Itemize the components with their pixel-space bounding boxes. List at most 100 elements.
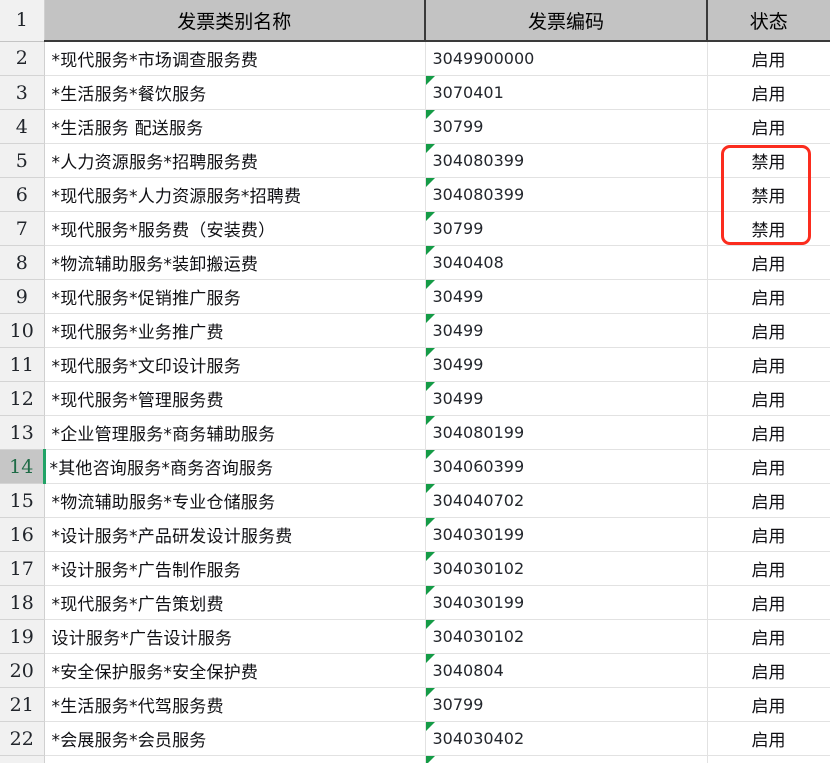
row-number-17[interactable]: 17 <box>0 551 45 586</box>
cell-status[interactable]: 禁用 <box>707 177 830 212</box>
table-row[interactable]: 22 *会展服务*会员服务 304030402 启用 <box>0 721 830 756</box>
cell-invoice-code[interactable]: 30799 <box>425 109 708 144</box>
cell-category-name[interactable]: *现代服务*广告策划费 <box>44 585 426 620</box>
table-row[interactable]: 3 *生活服务*餐饮服务 3070401 启用 <box>0 75 830 110</box>
cell-category-name[interactable]: *现代服务*市场调查服务费 <box>44 41 426 76</box>
table-row[interactable]: 16 *设计服务*产品研发设计服务费 304030199 启用 <box>0 517 830 552</box>
table-row[interactable]: 5 *人力资源服务*招聘服务费 304080399 禁用 <box>0 143 830 178</box>
cell-invoice-code[interactable]: 3040408 <box>425 245 708 280</box>
table-row[interactable]: 18 *现代服务*广告策划费 304030199 启用 <box>0 585 830 620</box>
cell-invoice-code[interactable]: 3049900000 <box>425 41 708 76</box>
cell-status[interactable]: 启用 <box>707 415 830 450</box>
table-row[interactable]: 4 *生活服务 配送服务 30799 启用 <box>0 109 830 144</box>
cell-category-name[interactable]: *物流辅助服务*专业仓储服务 <box>44 483 426 518</box>
cell-category-name[interactable]: *现代服务*服务费（安装费） <box>44 211 426 246</box>
cell-category-name[interactable]: *企业管理服务*商务辅助服务 <box>44 415 426 450</box>
cell-status[interactable] <box>707 755 830 763</box>
cell-status[interactable]: 禁用 <box>707 143 830 178</box>
table-row[interactable]: 9 *现代服务*促销推广服务 30499 启用 <box>0 279 830 314</box>
cell-invoice-code[interactable]: 3040804 <box>425 653 708 688</box>
table-row[interactable]: 7 *现代服务*服务费（安装费） 30799 禁用 <box>0 211 830 246</box>
table-row[interactable]: 10 *现代服务*业务推广费 30499 启用 <box>0 313 830 348</box>
cell-status[interactable]: 启用 <box>707 551 830 586</box>
table-row[interactable]: 2 *现代服务*市场调查服务费 3049900000 启用 <box>0 41 830 76</box>
cell-invoice-code[interactable]: 304030199 <box>425 585 708 620</box>
row-number-11[interactable]: 11 <box>0 347 45 382</box>
cell-category-name[interactable]: *设计服务*广告制作服务 <box>44 551 426 586</box>
cell-category-name[interactable]: *安全保护服务*安全保护费 <box>44 653 426 688</box>
cell-status[interactable]: 启用 <box>707 381 830 416</box>
cell-category-name[interactable]: *其他咨询服务*商务咨询服务 <box>42 449 426 484</box>
cell-invoice-code[interactable]: 30499 <box>425 381 708 416</box>
cell-status[interactable]: 启用 <box>707 619 830 654</box>
table-row[interactable]: 23 <box>0 755 830 763</box>
cell-status[interactable]: 启用 <box>707 41 830 76</box>
spreadsheet-grid[interactable]: 1 发票类别名称 发票编码 状态 2 *现代服务*市场调查服务费 304990000… <box>0 0 830 763</box>
row-number-18[interactable]: 18 <box>0 585 45 620</box>
cell-category-name[interactable]: *现代服务*促销推广服务 <box>44 279 426 314</box>
table-row[interactable]: 15 *物流辅助服务*专业仓储服务 304040702 启用 <box>0 483 830 518</box>
cell-invoice-code[interactable]: 304030102 <box>425 619 708 654</box>
table-row[interactable]: 11 *现代服务*文印设计服务 30499 启用 <box>0 347 830 382</box>
cell-invoice-code[interactable]: 304080399 <box>425 177 708 212</box>
cell-category-name[interactable]: *人力资源服务*招聘服务费 <box>44 143 426 178</box>
row-number-12[interactable]: 12 <box>0 381 45 416</box>
cell-status[interactable]: 启用 <box>707 653 830 688</box>
row-number-21[interactable]: 21 <box>0 687 45 722</box>
row-number-9[interactable]: 9 <box>0 279 45 314</box>
cell-invoice-code[interactable]: 304080399 <box>425 143 708 178</box>
cell-invoice-code[interactable]: 30799 <box>425 687 708 722</box>
cell-invoice-code[interactable]: 3070401 <box>425 75 708 110</box>
row-number-5[interactable]: 5 <box>0 143 45 178</box>
cell-category-name[interactable]: *生活服务*餐饮服务 <box>44 75 426 110</box>
cell-status[interactable]: 启用 <box>707 347 830 382</box>
cell-invoice-code[interactable]: 304030402 <box>425 721 708 756</box>
row-number-15[interactable]: 15 <box>0 483 45 518</box>
table-row[interactable]: 12 *现代服务*管理服务费 30499 启用 <box>0 381 830 416</box>
row-number-3[interactable]: 3 <box>0 75 45 110</box>
cell-invoice-code[interactable]: 304080199 <box>425 415 708 450</box>
row-number-23[interactable]: 23 <box>0 755 45 763</box>
cell-status[interactable]: 启用 <box>707 721 830 756</box>
cell-status[interactable]: 启用 <box>707 687 830 722</box>
row-number-19[interactable]: 19 <box>0 619 45 654</box>
column-header-status[interactable]: 状态 <box>707 0 830 42</box>
row-number-14[interactable]: 14 <box>0 449 46 484</box>
cell-category-name[interactable]: *现代服务*人力资源服务*招聘费 <box>44 177 426 212</box>
table-row[interactable]: 21 *生活服务*代驾服务费 30799 启用 <box>0 687 830 722</box>
cell-category-name[interactable]: *现代服务*管理服务费 <box>44 381 426 416</box>
cell-category-name[interactable]: *物流辅助服务*装卸搬运费 <box>44 245 426 280</box>
cell-status[interactable]: 启用 <box>707 75 830 110</box>
cell-status[interactable]: 启用 <box>707 483 830 518</box>
cell-category-name[interactable]: 设计服务*广告设计服务 <box>44 619 426 654</box>
row-number-22[interactable]: 22 <box>0 721 45 756</box>
cell-invoice-code[interactable] <box>425 755 708 763</box>
row-number-4[interactable]: 4 <box>0 109 45 144</box>
cell-invoice-code[interactable]: 30499 <box>425 347 708 382</box>
cell-category-name[interactable]: *现代服务*业务推广费 <box>44 313 426 348</box>
column-header-name[interactable]: 发票类别名称 <box>44 0 426 42</box>
cell-status[interactable]: 禁用 <box>707 211 830 246</box>
cell-invoice-code[interactable]: 304030102 <box>425 551 708 586</box>
cell-category-name[interactable]: *会展服务*会员服务 <box>44 721 426 756</box>
row-number-6[interactable]: 6 <box>0 177 45 212</box>
table-row[interactable]: 13 *企业管理服务*商务辅助服务 304080199 启用 <box>0 415 830 450</box>
row-number-10[interactable]: 10 <box>0 313 45 348</box>
row-number-13[interactable]: 13 <box>0 415 45 450</box>
cell-status[interactable]: 启用 <box>707 279 830 314</box>
row-number-8[interactable]: 8 <box>0 245 45 280</box>
cell-status[interactable]: 启用 <box>707 449 830 484</box>
cell-status[interactable]: 启用 <box>707 585 830 620</box>
table-row[interactable]: 14 *其他咨询服务*商务咨询服务 304060399 启用 <box>0 449 830 484</box>
cell-invoice-code[interactable]: 30799 <box>425 211 708 246</box>
cell-category-name[interactable]: *现代服务*文印设计服务 <box>44 347 426 382</box>
cell-status[interactable]: 启用 <box>707 517 830 552</box>
cell-invoice-code[interactable]: 30499 <box>425 279 708 314</box>
table-row[interactable]: 20 *安全保护服务*安全保护费 3040804 启用 <box>0 653 830 688</box>
cell-invoice-code[interactable]: 304060399 <box>425 449 708 484</box>
table-row[interactable]: 8 *物流辅助服务*装卸搬运费 3040408 启用 <box>0 245 830 280</box>
cell-status[interactable]: 启用 <box>707 109 830 144</box>
cell-category-name[interactable]: *生活服务*代驾服务费 <box>44 687 426 722</box>
row-number-16[interactable]: 16 <box>0 517 45 552</box>
cell-category-name[interactable]: *生活服务 配送服务 <box>44 109 426 144</box>
